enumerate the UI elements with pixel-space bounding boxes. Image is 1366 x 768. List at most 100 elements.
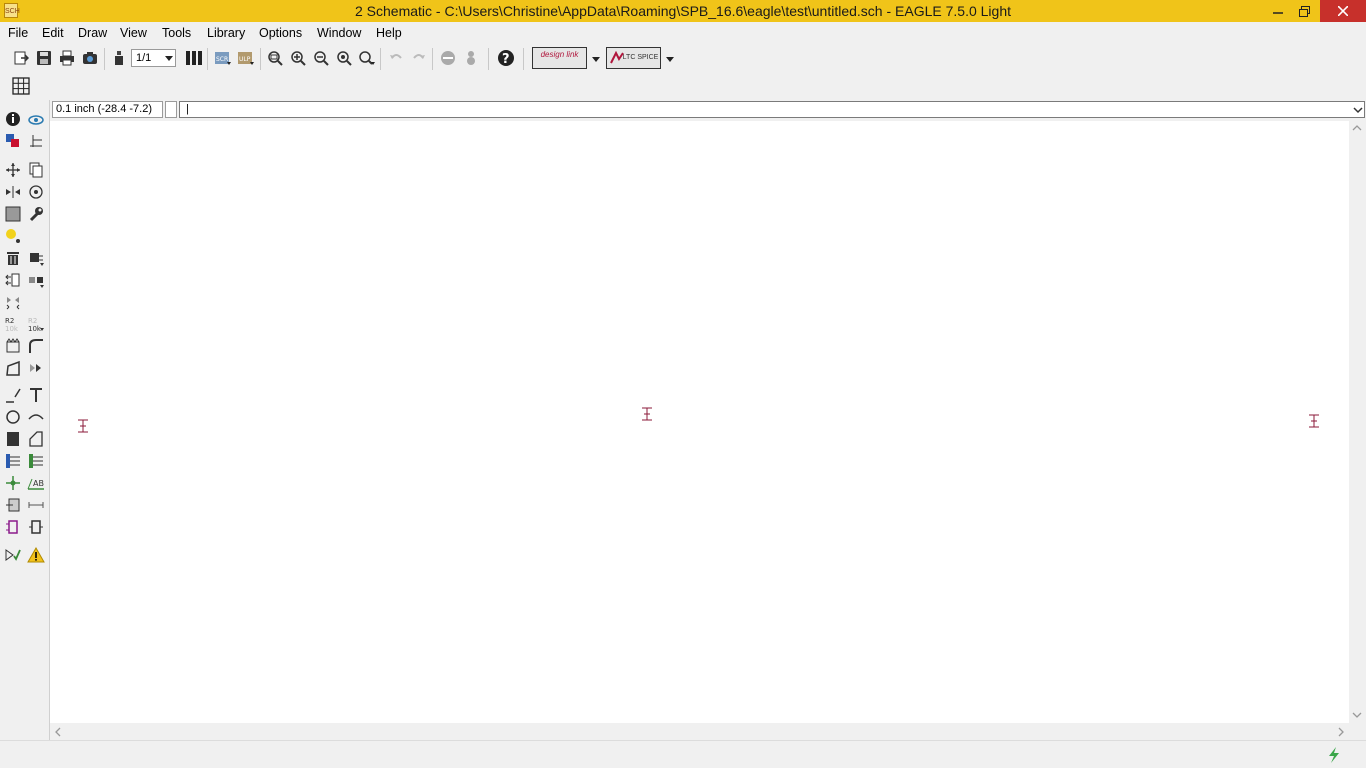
menu-help[interactable]: Help — [376, 26, 402, 40]
delete-button[interactable] — [4, 249, 22, 267]
go-icon — [467, 51, 475, 65]
zoom-in-button[interactable] — [288, 48, 308, 68]
minimize-icon — [1273, 12, 1283, 14]
mark-button[interactable] — [27, 132, 45, 150]
module-button[interactable] — [27, 518, 45, 536]
restore-button[interactable] — [1288, 0, 1320, 22]
redo-button[interactable] — [409, 48, 429, 68]
command-history-dropdown[interactable] — [1350, 102, 1365, 117]
rect-button[interactable] — [4, 430, 22, 448]
sheet-select[interactable]: 1/1 — [131, 49, 176, 67]
toolbar-separator — [207, 48, 208, 70]
vertical-scrollbar[interactable] — [1349, 121, 1366, 723]
zoom-select-button[interactable] — [357, 48, 377, 68]
close-icon — [1338, 6, 1348, 16]
menu-draw[interactable]: Draw — [78, 26, 107, 40]
stop-icon — [441, 51, 455, 65]
toolbar-separator — [260, 48, 261, 70]
wrench-icon — [29, 207, 43, 222]
zoom-redraw-button[interactable] — [334, 48, 354, 68]
name-button[interactable]: R2 10k — [4, 315, 22, 333]
svg-text:AB: AB — [33, 479, 44, 488]
script-button[interactable]: SCR — [213, 48, 233, 68]
sheet-button[interactable] — [109, 48, 129, 68]
undo-button[interactable] — [386, 48, 406, 68]
replace-button[interactable] — [27, 271, 45, 289]
cam-button[interactable] — [80, 48, 100, 68]
bus-button[interactable] — [4, 452, 22, 470]
zoom-out-button[interactable] — [311, 48, 331, 68]
paste-button[interactable] — [4, 227, 22, 245]
designlink-button[interactable]: design link — [532, 47, 587, 69]
text-button[interactable] — [27, 386, 45, 404]
add-button[interactable] — [27, 249, 45, 267]
smash-button[interactable] — [4, 337, 22, 355]
move-button[interactable] — [4, 161, 22, 179]
print-button[interactable] — [57, 48, 77, 68]
ltspice-button[interactable]: LTC SPICE — [606, 47, 661, 69]
dimension-button[interactable] — [27, 496, 45, 514]
erc-button[interactable] — [4, 546, 22, 564]
copy-button[interactable] — [27, 161, 45, 179]
close-button[interactable] — [1320, 0, 1366, 22]
invoke-button[interactable] — [27, 359, 45, 377]
zoom-fit-button[interactable] — [265, 48, 285, 68]
group-icon — [5, 206, 21, 222]
menu-window[interactable]: Window — [317, 26, 361, 40]
printer-icon — [60, 50, 74, 66]
circle-button[interactable] — [4, 408, 22, 426]
info-button[interactable] — [4, 110, 22, 128]
trash-icon — [7, 252, 19, 265]
frame-button[interactable] — [4, 518, 22, 536]
menu-view[interactable]: View — [120, 26, 147, 40]
rotate-button[interactable] — [27, 183, 45, 201]
chevron-down-icon[interactable] — [666, 57, 674, 62]
split-icon — [6, 360, 20, 376]
scroll-right-icon[interactable] — [1337, 727, 1345, 737]
display-button[interactable] — [4, 132, 22, 150]
menu-file[interactable]: File — [8, 26, 28, 40]
lightning-icon[interactable] — [1326, 746, 1342, 764]
scroll-up-icon[interactable] — [1352, 124, 1362, 132]
change-button[interactable] — [27, 205, 45, 223]
polygon-button[interactable] — [27, 430, 45, 448]
smash-icon — [6, 338, 20, 353]
value-button[interactable]: R2 10k — [27, 315, 45, 333]
menu-tools[interactable]: Tools — [162, 26, 191, 40]
save-button[interactable] — [34, 48, 54, 68]
split-button[interactable] — [4, 359, 22, 377]
group-button[interactable] — [4, 205, 22, 223]
menu-bar: File Edit Draw View Tools Library Option… — [0, 22, 1366, 44]
show-button[interactable] — [27, 110, 45, 128]
menu-options[interactable]: Options — [259, 26, 302, 40]
horizontal-scrollbar[interactable] — [50, 723, 1349, 740]
schematic-canvas[interactable] — [50, 121, 1349, 723]
pinswap-button[interactable] — [4, 271, 22, 289]
grid-button[interactable] — [11, 76, 31, 96]
arc-button[interactable] — [27, 408, 45, 426]
gateswap-button[interactable] — [4, 293, 22, 311]
go-button[interactable] — [461, 48, 481, 68]
chevron-down-icon[interactable] — [592, 57, 600, 62]
scroll-down-icon[interactable] — [1352, 711, 1362, 719]
ulp-button[interactable]: ULP — [236, 48, 256, 68]
window-title: 2 Schematic - C:\Users\Christine\AppData… — [355, 3, 1011, 19]
mirror-button[interactable] — [4, 183, 22, 201]
menu-library[interactable]: Library — [207, 26, 245, 40]
errors-button[interactable] — [27, 546, 45, 564]
board-switch-button[interactable] — [184, 48, 204, 68]
wire-button[interactable] — [4, 386, 22, 404]
stop-button[interactable] — [438, 48, 458, 68]
menu-edit[interactable]: Edit — [42, 26, 64, 40]
status-bar — [0, 740, 1366, 768]
scroll-left-icon[interactable] — [54, 727, 62, 737]
miter-button[interactable] — [27, 337, 45, 355]
copy-icon — [29, 162, 43, 178]
net-button[interactable] — [27, 452, 45, 470]
open-button[interactable] — [11, 48, 31, 68]
attribute-button[interactable] — [4, 496, 22, 514]
junction-button[interactable] — [4, 474, 22, 492]
label-button[interactable]: AB — [27, 474, 45, 492]
command-line-input[interactable]: | — [179, 101, 1365, 118]
help-button[interactable]: ? — [496, 48, 516, 68]
